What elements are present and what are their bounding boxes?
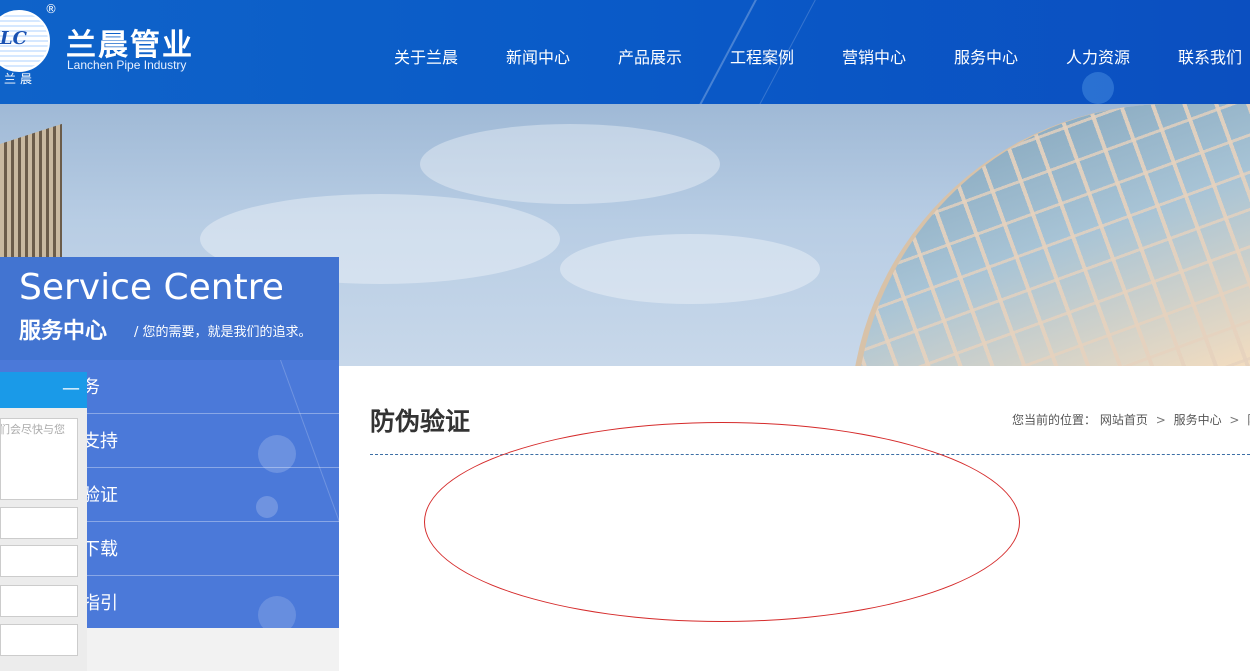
sidebar-title-box: Service Centre 服务中心 / 您的需要，就是我们的追求。 [0,257,339,360]
registered-mark: ® [45,2,57,16]
message-input[interactable] [0,545,78,577]
sidebar-item-label: 支持 [82,431,118,452]
nav-about[interactable]: 关于兰晨 [370,44,482,68]
nav-service[interactable]: 服务中心 [930,44,1042,68]
sidebar-item-label: 验证 [82,485,118,506]
sidebar-subtitle: / 您的需要，就是我们的追求。 [134,325,312,340]
site-header: LC ® 兰晨 兰晨管业 Lanchen Pipe Industry 关于兰晨 … [0,0,1250,104]
logo-small-text: 兰晨 [4,72,37,86]
header-decor-bubble [1082,72,1114,104]
banner-cloud [560,234,820,304]
banner-cloud [420,124,720,204]
nav-hr[interactable]: 人力资源 [1042,44,1154,68]
message-panel-header[interactable]: — [0,372,87,408]
message-input[interactable] [0,624,78,656]
annotation-oval [424,422,1020,622]
nav-products[interactable]: 产品展示 [594,44,706,68]
banner-building-right [850,104,1250,366]
logo-badge-text: LC [0,28,27,49]
message-panel: — 们会尽快与您 [0,372,87,671]
logo-english-name: Lanchen Pipe Industry [67,58,187,72]
breadcrumb-prefix: 您当前的位置： [1012,413,1097,427]
nav-contact[interactable]: 联系我们 [1154,44,1250,68]
nav-news[interactable]: 新闻中心 [482,44,594,68]
message-textarea[interactable]: 们会尽快与您 [0,418,78,500]
sidebar-title-cn: 服务中心 [19,319,108,344]
breadcrumb-separator: > [1155,413,1166,427]
sidebar-item-label: 指引 [82,593,118,614]
page-title: 防伪验证 [370,407,471,436]
breadcrumb: 您当前的位置： 网站首页 > 服务中心 > 防伪 [1012,411,1250,428]
page: LC ® 兰晨 兰晨管业 Lanchen Pipe Industry 关于兰晨 … [0,0,1250,671]
breadcrumb-separator: > [1229,413,1240,427]
message-input[interactable] [0,507,78,539]
message-textarea-hint: 们会尽快与您 [0,423,65,436]
breadcrumb-parent[interactable]: 服务中心 [1174,413,1222,427]
minimize-icon[interactable]: — [62,378,80,399]
nav-cases[interactable]: 工程案例 [706,44,818,68]
sidebar-title-en: Service Centre [19,267,284,308]
breadcrumb-home[interactable]: 网站首页 [1100,413,1148,427]
main-nav: 关于兰晨 新闻中心 产品展示 工程案例 营销中心 服务中心 人力资源 联系我们 [370,44,1250,68]
sidebar-item-label: 下载 [82,539,118,560]
nav-marketing[interactable]: 营销中心 [818,44,930,68]
message-input[interactable] [0,585,78,617]
